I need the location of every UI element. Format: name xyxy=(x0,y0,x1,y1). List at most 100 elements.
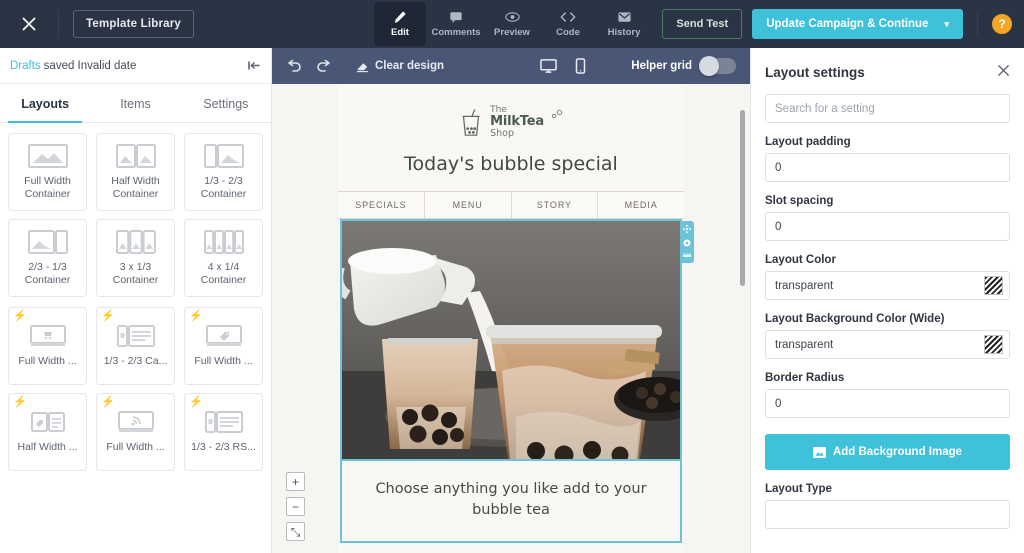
layout-card-four-quarter-container[interactable]: 4 x 1/4 Container xyxy=(184,219,263,297)
email-caption[interactable]: Choose anything you like add to your bub… xyxy=(342,461,680,541)
email-logo-block[interactable]: The MilkTea Shop xyxy=(338,84,684,147)
delete-icon[interactable] xyxy=(682,252,692,260)
lightning-icon: ⚡ xyxy=(189,397,203,408)
zoom-out-button[interactable]: − xyxy=(286,497,305,516)
selected-layout-block[interactable] xyxy=(340,219,682,461)
layout-card-three-third-container[interactable]: 3 x 1/3 Container xyxy=(96,219,175,297)
lightning-icon: ⚡ xyxy=(13,397,27,408)
nav-item-media[interactable]: MEDIA xyxy=(598,192,684,218)
third-twothird-cart-icon xyxy=(116,323,156,349)
tab-edit[interactable]: Edit xyxy=(374,2,426,46)
logo-shop: Shop xyxy=(490,129,544,139)
help-icon[interactable]: ? xyxy=(992,14,1012,34)
zoom-in-button[interactable]: + xyxy=(286,472,305,491)
smart-layout-card-third-twothird-cart[interactable]: ⚡ 1/3 - 2/3 Ca... xyxy=(96,307,175,385)
smart-layout-card-half-width-tag[interactable]: ⚡ Half Width ... xyxy=(8,393,87,471)
nav-item-story[interactable]: STORY xyxy=(512,192,599,218)
layout-card-half-width-container[interactable]: Half Width Container xyxy=(96,133,175,211)
tab-comments-label: Comments xyxy=(431,27,480,38)
layout-card-label: 3 x 1/3 Container xyxy=(99,261,172,287)
smart-layout-card-full-width-cart[interactable]: ⚡ Full Width ... xyxy=(8,307,87,385)
tab-history[interactable]: History xyxy=(598,2,650,46)
layout-color-label: Layout Color xyxy=(765,254,1010,266)
hero-image[interactable] xyxy=(342,221,680,459)
template-library-button[interactable]: Template Library xyxy=(73,10,194,38)
helper-grid-toggle[interactable] xyxy=(700,58,736,74)
layout-card-label: Full Width ... xyxy=(18,355,76,368)
mobile-icon[interactable] xyxy=(566,58,595,74)
transparent-swatch-icon[interactable] xyxy=(984,335,1003,354)
mode-tabs: Edit Comments Preview Code History xyxy=(374,2,650,46)
three-third-icon xyxy=(116,229,156,255)
bubbles-decoration-icon xyxy=(550,108,564,122)
drafts-link[interactable]: Drafts xyxy=(10,60,41,72)
smart-layouts-grid: ⚡ Full Width ... ⚡ 1/3 - 2/3 Ca... xyxy=(8,307,263,471)
redo-icon[interactable] xyxy=(316,59,332,73)
twothird-third-icon xyxy=(28,229,68,255)
settings-icon[interactable] xyxy=(682,238,692,248)
layout-padding-input[interactable] xyxy=(765,153,1010,182)
half-tag-icon xyxy=(28,409,68,435)
layout-card-label: 1/3 - 2/3 Container xyxy=(187,175,260,201)
helper-grid-control: Helper grid xyxy=(631,58,736,74)
tab-preview[interactable]: Preview xyxy=(486,2,538,46)
layout-card-label: 4 x 1/4 Container xyxy=(187,261,260,287)
slot-spacing-input[interactable] xyxy=(765,212,1010,241)
tab-settings[interactable]: Settings xyxy=(181,84,271,122)
layout-type-input[interactable] xyxy=(765,500,1010,529)
email-headline[interactable]: Today's bubble special xyxy=(338,147,684,191)
update-campaign-button[interactable]: Update Campaign & Continue ▾ xyxy=(752,9,963,39)
third-twothird-icon xyxy=(204,143,244,169)
half-width-icon xyxy=(116,143,156,169)
desktop-icon[interactable] xyxy=(531,58,566,74)
smart-layout-card-full-width-tag[interactable]: ⚡ Full Width ... xyxy=(184,307,263,385)
logo-text: The MilkTea Shop xyxy=(490,106,544,139)
transparent-swatch-icon[interactable] xyxy=(984,276,1003,295)
caption-block[interactable]: Choose anything you like add to your bub… xyxy=(340,461,682,543)
layout-card-label: Half Width Container xyxy=(99,175,172,201)
cart-icon xyxy=(28,323,68,349)
tag-icon xyxy=(204,323,244,349)
move-icon[interactable] xyxy=(682,224,692,234)
layout-settings-panel: Layout settings Layout padding Slot spac… xyxy=(750,48,1024,553)
layout-card-label: 1/3 - 2/3 RS... xyxy=(191,441,256,454)
smart-layout-card-full-width-rss[interactable]: ⚡ Full Width ... xyxy=(96,393,175,471)
smart-layout-card-third-twothird-rss[interactable]: ⚡ 1/3 - 2/3 RS... xyxy=(184,393,263,471)
basic-layouts-grid: Full Width Container Half Width Containe… xyxy=(8,133,263,297)
layout-card-full-width-container[interactable]: Full Width Container xyxy=(8,133,87,211)
clear-design-button[interactable]: Clear design xyxy=(356,60,444,73)
bubble-tea-cup-icon xyxy=(458,108,484,138)
canvas-scrollbar[interactable] xyxy=(740,110,745,286)
chevron-down-icon[interactable]: ▾ xyxy=(944,19,949,30)
close-icon[interactable] xyxy=(14,9,44,39)
add-background-image-button[interactable]: Add Background Image xyxy=(765,434,1010,470)
collapse-panel-icon[interactable] xyxy=(248,60,261,71)
close-panel-icon[interactable] xyxy=(997,64,1010,80)
layout-background-color-input[interactable] xyxy=(765,330,1010,359)
clear-design-label: Clear design xyxy=(375,60,444,72)
email-template-builder: Template Library Edit Comments Preview C… xyxy=(0,0,1024,553)
search-setting-input[interactable] xyxy=(765,94,1010,123)
drafts-status-bar: Drafts saved Invalid date xyxy=(0,48,271,84)
border-radius-input[interactable] xyxy=(765,389,1010,418)
email-canvas[interactable]: The MilkTea Shop Today's bubble special xyxy=(272,84,750,553)
canvas-toolbar-right: Helper grid xyxy=(531,58,736,74)
layout-card-twothird-third-container[interactable]: 2/3 - 1/3 Container xyxy=(8,219,87,297)
main-body: Drafts saved Invalid date Layouts Items … xyxy=(0,48,1024,553)
tab-items[interactable]: Items xyxy=(90,84,180,122)
send-test-button[interactable]: Send Test xyxy=(662,9,742,39)
layout-color-input[interactable] xyxy=(765,271,1010,300)
zoom-fit-button[interactable]: ⤡ xyxy=(286,522,305,541)
tab-layouts[interactable]: Layouts xyxy=(0,84,90,122)
tab-comments[interactable]: Comments xyxy=(430,2,482,46)
undo-icon[interactable] xyxy=(286,59,302,73)
layout-card-third-twothird-container[interactable]: 1/3 - 2/3 Container xyxy=(184,133,263,211)
divider xyxy=(977,11,978,37)
nav-item-specials[interactable]: SPECIALS xyxy=(338,192,425,218)
eraser-icon xyxy=(356,60,369,73)
tab-code[interactable]: Code xyxy=(542,2,594,46)
top-toolbar-right: Send Test Update Campaign & Continue ▾ ? xyxy=(662,9,1024,39)
layout-settings-header: Layout settings xyxy=(765,64,1010,80)
nav-item-menu[interactable]: MENU xyxy=(425,192,512,218)
email-preview: The MilkTea Shop Today's bubble special xyxy=(338,84,684,553)
